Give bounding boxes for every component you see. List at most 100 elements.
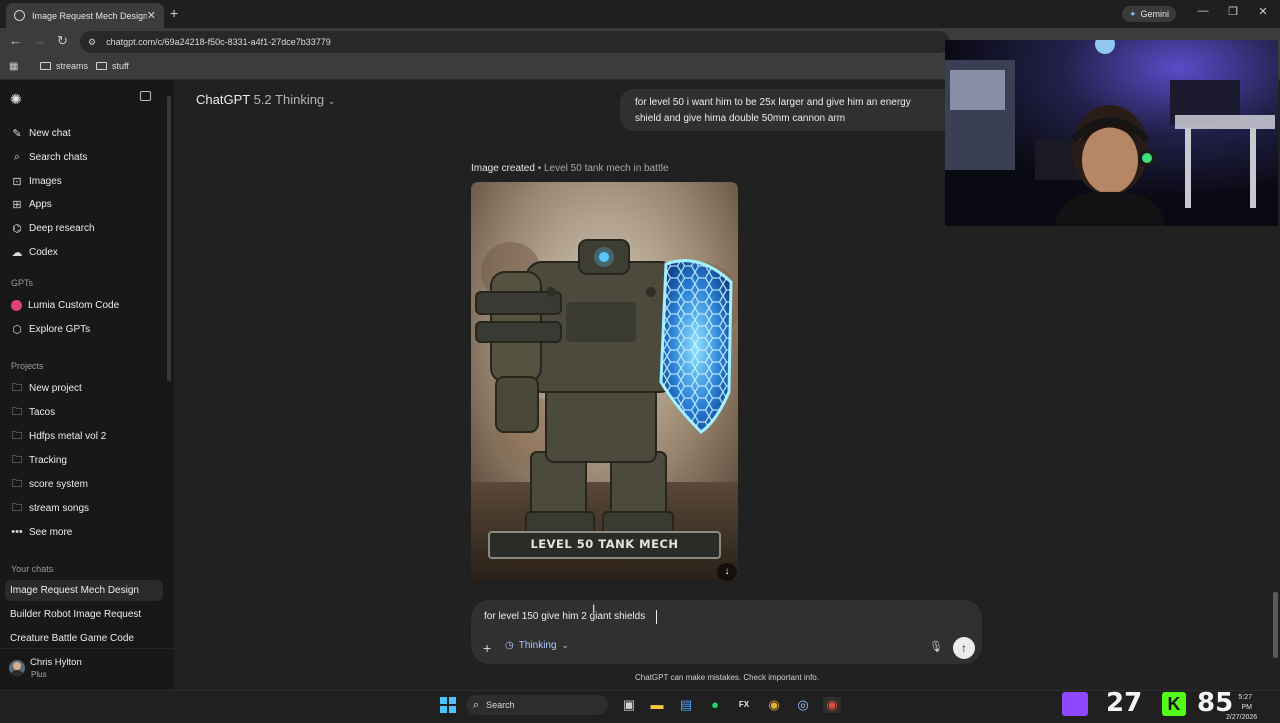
counter-left: 27 <box>1106 688 1143 718</box>
chevron-down-icon: ⌄ <box>561 640 570 650</box>
microphone-icon[interactable]: 🎙 <box>929 640 943 653</box>
folder-icon <box>96 62 107 70</box>
thinking-clock-icon: ◷ <box>505 640 514 651</box>
projects-heading: Projects <box>11 361 44 371</box>
steam-icon[interactable]: ◎ <box>794 697 812 713</box>
telescope-icon: ⌬ <box>12 222 22 235</box>
reload-icon[interactable]: ↻ <box>57 33 68 49</box>
image-banner-text: LEVEL 50 TANK MECH <box>530 537 679 551</box>
your-chats-heading: Your chats <box>11 564 54 574</box>
chevron-down-icon: ⌄ <box>327 96 336 106</box>
gpts-heading: GPTs <box>11 278 34 288</box>
windows-taskbar <box>0 690 1280 720</box>
sidebar-scrollbar[interactable] <box>167 96 171 381</box>
sidebar-item-apps[interactable]: ⊞ Apps <box>6 193 162 215</box>
add-attachment-icon[interactable]: + <box>483 640 491 656</box>
file-explorer-icon[interactable]: ▬ <box>648 697 666 713</box>
bookmark-stuff[interactable]: stuff <box>96 61 129 71</box>
sidebar-toggle-icon[interactable] <box>140 91 151 101</box>
address-bar[interactable]: ⚙ chatgpt.com/c/69a24218-f50c-8331-a4f1-… <box>80 31 950 53</box>
url-text: chatgpt.com/c/69a24218-f50c-8331-a4f1-27… <box>106 37 331 47</box>
sidebar-item-images[interactable]: ⊡ Images <box>6 170 162 192</box>
twitch-icon[interactable] <box>1062 692 1088 716</box>
folder-icon: 🗀 <box>11 501 23 514</box>
sidebar-item-stream-songs[interactable]: 🗀 stream songs <box>6 497 162 519</box>
disclaimer: ChatGPT can make mistakes. Check importa… <box>635 673 819 682</box>
search-icon: ⌕ <box>473 698 480 711</box>
thinking-mode-button[interactable]: ◷ Thinking ⌄ <box>505 640 569 651</box>
chrome-active-icon[interactable]: ◉ <box>823 697 841 713</box>
generated-image[interactable]: LEVEL 50 TANK MECH <box>471 182 738 581</box>
main-scrollbar[interactable] <box>1273 592 1278 658</box>
chatgpt-favicon-icon <box>14 10 25 21</box>
user-profile[interactable]: Chris Hylton Plus <box>0 648 174 690</box>
chrome-icon[interactable]: ◉ <box>765 697 783 713</box>
sidebar-item-codex[interactable]: ☁ Codex <box>6 241 162 263</box>
webcam-feed <box>945 40 1278 226</box>
chat-item[interactable]: Builder Robot Image Request <box>5 604 163 625</box>
composer[interactable] <box>471 600 982 664</box>
minimize-icon[interactable]: — <box>1193 5 1213 17</box>
user-message: for level 50 i want him to be 25x larger… <box>620 89 950 131</box>
close-window-icon[interactable]: ✕ <box>1253 5 1273 18</box>
image-caption: Image created • Level 50 tank mech in ba… <box>471 163 669 174</box>
folder-icon <box>40 62 51 70</box>
taskbar-search[interactable]: ⌕ Search <box>466 695 608 715</box>
send-button[interactable]: ↑ <box>953 637 975 659</box>
edit-icon: ✎ <box>12 127 22 140</box>
sidebar-item-explore-gpts[interactable]: ⬡ Explore GPTs <box>6 318 162 340</box>
tab-strip <box>0 0 1280 28</box>
browser-tab[interactable]: Image Request Mech Design ✕ <box>6 3 164 28</box>
sidebar-item-new-project[interactable]: 🗀 New project <box>6 377 162 399</box>
webcam-overlay <box>945 40 1278 226</box>
image-icon: ⊡ <box>12 175 22 188</box>
explore-icon: ⬡ <box>12 323 22 336</box>
new-folder-icon: 🗀 <box>11 381 23 394</box>
sidebar-item-see-more[interactable]: ••• See more <box>6 521 162 543</box>
text-caret <box>656 610 657 624</box>
codex-icon: ☁ <box>11 246 23 259</box>
search-icon: ⌕ <box>13 150 21 163</box>
spotify-icon[interactable]: ● <box>706 697 724 713</box>
chat-item[interactable]: Creature Battle Game Code <box>5 628 163 649</box>
sidebar-item-new-chat[interactable]: ✎ New chat <box>6 122 162 144</box>
sidebar-item-score-system[interactable]: 🗀 score system <box>6 473 162 495</box>
sidebar-item-tracking[interactable]: 🗀 Tracking <box>6 449 162 471</box>
gemini-sparkle-icon: ✦ <box>1129 8 1137 19</box>
sidebar-item-lumia-custom-code[interactable]: Lumia Custom Code <box>6 294 162 316</box>
start-icon[interactable] <box>440 697 456 713</box>
sidebar-item-hdfps-metal[interactable]: 🗀 Hdfps metal vol 2 <box>6 425 162 447</box>
bookmark-streams[interactable]: streams <box>40 61 88 71</box>
hudfx-icon[interactable]: FX <box>735 697 753 713</box>
folder-icon: 🗀 <box>11 429 23 442</box>
sidebar-item-tacos[interactable]: 🗀 Tacos <box>6 401 162 423</box>
system-clock[interactable]: 5:27 PM 2/27/2026 <box>1226 693 1257 723</box>
chat-item-active[interactable]: Image Request Mech Design <box>5 580 163 601</box>
site-info-icon[interactable]: ⚙ <box>88 37 96 48</box>
notepad-icon[interactable]: ▤ <box>677 697 695 713</box>
folder-icon: 🗀 <box>11 405 23 418</box>
user-name: Chris Hylton <box>30 657 82 668</box>
sidebar-item-deep-research[interactable]: ⌬ Deep research <box>6 217 162 239</box>
apps-grid-icon[interactable]: ▦ <box>9 61 18 72</box>
tab-title: Image Request Mech Design <box>32 10 147 21</box>
model-selector[interactable]: ChatGPT 5.2 Thinking ⌄ <box>196 92 335 107</box>
task-view-icon[interactable]: ▣ <box>620 697 638 713</box>
download-icon[interactable]: ↓ <box>717 563 737 581</box>
back-icon[interactable]: ← <box>9 33 22 48</box>
kick-icon[interactable]: K <box>1162 692 1186 716</box>
lumia-icon <box>11 299 22 311</box>
sidebar-item-search-chats[interactable]: ⌕ Search chats <box>6 146 162 168</box>
sidebar: ✺ ✎ New chat ⌕ Search chats ⊡ Images ⊞ Apps … <box>0 80 174 690</box>
forward-icon[interactable]: → <box>33 33 46 48</box>
ibeam-cursor-icon: I <box>592 602 596 616</box>
maximize-icon[interactable]: ❐ <box>1223 5 1243 18</box>
openai-logo-icon[interactable]: ✺ <box>10 91 22 108</box>
close-tab-icon[interactable]: ✕ <box>147 9 156 22</box>
folder-icon: 🗀 <box>11 477 23 490</box>
apps-icon: ⊞ <box>12 198 22 211</box>
gemini-button[interactable]: ✦ Gemini <box>1122 6 1177 22</box>
prompt-input[interactable]: for level 150 give him 2 giant shields <box>484 611 645 622</box>
folder-icon: 🗀 <box>11 453 23 466</box>
new-tab-icon[interactable]: + <box>170 5 178 21</box>
